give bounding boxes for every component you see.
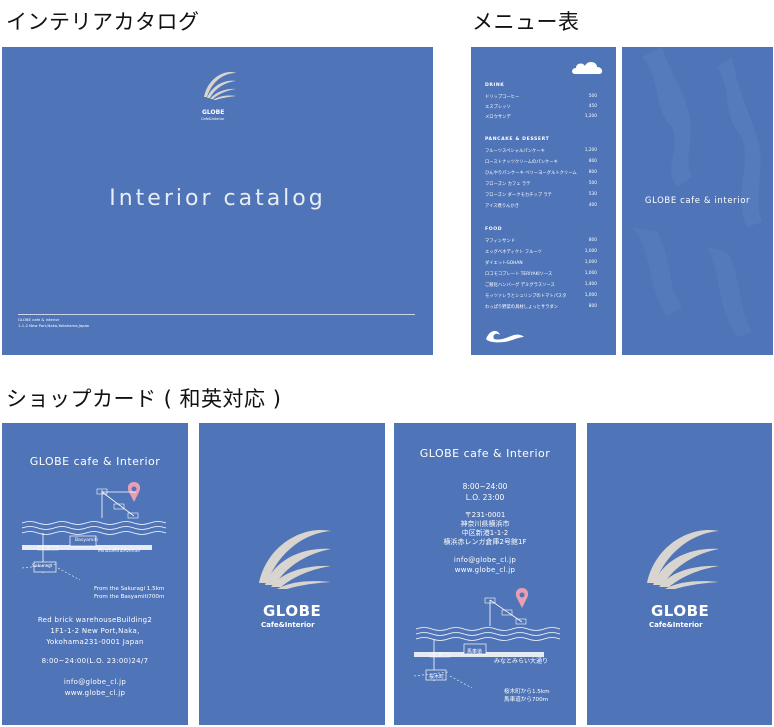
cloud-icon (572, 61, 603, 74)
card-logo-word: GLOBE (263, 602, 322, 620)
card-en-hours: 8:00~24:00(L.O. 23:00)24/7 (41, 657, 149, 665)
card-en-email: info@globe_cl.jp (63, 678, 127, 686)
card-logo-sub: Cafe&Interior (261, 621, 315, 629)
catalog-logo-sub: Cafe&Interior (201, 117, 225, 121)
card-jp-title: GLOBE cafe & Interior (419, 447, 551, 460)
card-en-avenue: MinatoMiraiAvenue (98, 549, 140, 554)
menu-row: ひんやりパンケーキ ベリーヨーグルトクリーム 800 (485, 170, 597, 176)
menu-back: GLOBE cafe & interior (622, 47, 773, 355)
catalog-logo-word: GLOBE (202, 109, 225, 116)
menu-row: フルーツスペシャルパンケーキ 1,200 (485, 148, 597, 154)
card-jp-hours: 8:00~24:00 (462, 482, 508, 491)
menu-row: ドリップコーヒー 500 (485, 94, 597, 100)
card-logo-back-1: GLOBE Cafe&Interior (199, 423, 385, 725)
menu-row: わっぱり野菜の具材しょっとサラダン 800 (485, 304, 597, 310)
menu-row: アイス煮りんかき 400 (485, 203, 597, 209)
menu-food-heading: FOOD (485, 227, 503, 232)
card-en-title: GLOBE cafe & Interior (29, 455, 161, 468)
catalog-title: Interior catalog (109, 186, 326, 211)
menu-row: エスプレッソ 450 (485, 104, 597, 110)
menu-back-title: GLOBE cafe & interior (644, 196, 751, 206)
menu-row: フローズン カフェ ラテ 500 (485, 181, 597, 187)
card-en-distance-2: From the Basyamiti700m (94, 594, 165, 600)
card-jp-station2: 馬車道 (467, 649, 483, 655)
menu-section-label: メニュー表 (472, 10, 580, 34)
catalog-section-label: インテリアカタログ (6, 10, 200, 34)
card-japanese: GLOBE cafe & Interior 8:00~24:00 L.O. 23… (394, 423, 576, 725)
menu-pancake-heading: PANCAKE & DESSERT (485, 137, 550, 142)
catalog-footer-1: GLOBE cafe & interior (18, 317, 60, 322)
wave-icon (486, 330, 524, 343)
globe-logo-icon (259, 529, 331, 589)
menu-row: マフィンサンド 800 (485, 238, 597, 244)
cards-section-label: ショップカード ( 和英対応 ) (6, 387, 282, 411)
menu-row: メロウサンデ 1,200 (485, 114, 597, 120)
menu-row: フローズン ダークモカチップ ラテ 530 (485, 192, 597, 198)
catalog-divider (18, 314, 415, 315)
menu-drink-heading: DRINK (485, 83, 505, 88)
card-english: GLOBE cafe & Interior Basyamiti Sakuragi… (2, 423, 188, 725)
card-jp-website: www.globe_cl.jp (454, 566, 516, 574)
card-logo-word: GLOBE (651, 602, 710, 620)
menu-row: ローストナッツクリームのパンケーキ 800 (485, 159, 597, 165)
menu-front: DRINK ドリップコーヒー 500 エスプレッソ 450 メロウサンデ 1,200 … (471, 47, 616, 355)
card-jp-avenue: みなとみらい大通り (494, 658, 549, 665)
card-en-station2: Basyamiti (75, 538, 98, 543)
card-logo-back-2: GLOBE Cafe&Interior (587, 423, 772, 725)
catalog-footer-2: 1-1-2 New Port,Naka,Yokohama,Japan (18, 323, 90, 328)
card-en-website: www.globe_cl.jp (64, 689, 126, 697)
globe-logo-icon (647, 529, 719, 589)
card-jp-email: info@globe_cl.jp (453, 556, 517, 564)
card-en-address-3: Yokohama231-0001 Japan (46, 638, 144, 646)
menu-row: モッツァレラとシュリンプのトマトパスタ 1,000 (485, 293, 597, 299)
card-en-station1: Sakuragi (32, 564, 53, 569)
card-jp-station1: 桜木町 (429, 674, 445, 680)
menu-row: エッグベネディクト フルーツ 1,000 (485, 249, 597, 255)
card-logo-sub: Cafe&Interior (649, 621, 703, 629)
card-jp-last-order: L.O. 23:00 (465, 493, 505, 502)
catalog-cover: GLOBE Cafe&Interior Interior catalog GLO… (2, 47, 433, 355)
card-jp-distance-1: 桜木町から1.5km (504, 689, 550, 695)
card-en-address-1: Red brick warehouseBuilding2 (37, 616, 153, 624)
menu-row: ロコモコプレート TERIYAKIソース 1,000 (485, 271, 597, 277)
card-jp-address-3: 横浜赤レンガ倉庫2号館1F (443, 538, 527, 546)
card-en-address-2: 1F1-1-2 New Port,Naka, (50, 627, 140, 635)
menu-row: ご飯化ハンバーグ デミグラスソース 1,400 (485, 282, 597, 288)
card-jp-distance-2: 馬車道から700m (504, 697, 549, 703)
card-en-distance-1: From the Sakuragi 1.5km (94, 586, 165, 592)
menu-row: ダイエットGOHAN 1,000 (485, 260, 597, 266)
globe-logo-icon (204, 72, 236, 100)
